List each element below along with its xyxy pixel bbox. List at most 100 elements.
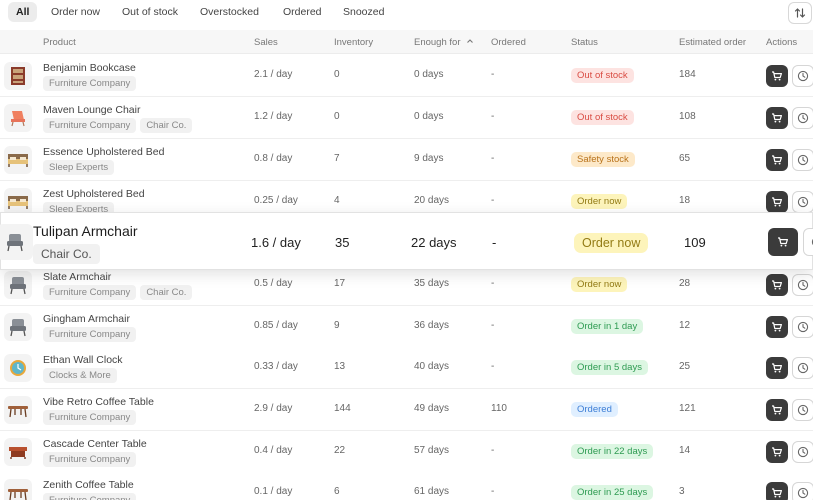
product-name[interactable]: Cascade Center Table bbox=[43, 438, 147, 450]
product-name[interactable]: Essence Upholstered Bed bbox=[43, 146, 164, 158]
table-row[interactable]: Zenith Coffee Table Furniture Company 0.… bbox=[0, 472, 813, 500]
snooze-button[interactable] bbox=[792, 274, 813, 296]
table-row[interactable]: Vibe Retro Coffee Table Furniture Compan… bbox=[0, 389, 813, 431]
table-row[interactable]: Benjamin Bookcase Furniture Company 2.1 … bbox=[0, 55, 813, 97]
enough-for-value: 22 days bbox=[411, 235, 457, 250]
order-button[interactable] bbox=[766, 65, 788, 87]
lounge-chair-icon bbox=[8, 109, 28, 127]
col-inventory[interactable]: Inventory bbox=[334, 37, 373, 48]
product-name[interactable]: Slate Armchair bbox=[43, 271, 111, 283]
product-name[interactable]: Benjamin Bookcase bbox=[43, 62, 136, 74]
supplier-tag[interactable]: Furniture Company bbox=[43, 452, 137, 467]
cart-icon bbox=[772, 197, 782, 207]
supplier-tag[interactable]: Chair Co. bbox=[140, 285, 193, 300]
product-name[interactable]: Tulipan Armchair bbox=[33, 223, 138, 239]
order-button[interactable] bbox=[766, 357, 788, 379]
col-enough-for-label: Enough for bbox=[414, 37, 461, 48]
sales-value: 0.85 / day bbox=[254, 320, 298, 331]
col-status[interactable]: Status bbox=[571, 37, 598, 48]
snooze-button[interactable] bbox=[792, 191, 813, 213]
sort-button[interactable] bbox=[788, 2, 812, 24]
enough-for-value: 35 days bbox=[414, 278, 450, 289]
ordered-value: - bbox=[491, 153, 495, 164]
table-row[interactable]: Essence Upholstered Bed Sleep Experts 0.… bbox=[0, 139, 813, 181]
snooze-button[interactable] bbox=[792, 357, 813, 379]
table-row[interactable]: Ethan Wall Clock Clocks & More 0.33 / da… bbox=[0, 347, 813, 389]
snooze-button[interactable] bbox=[792, 149, 813, 171]
tab-ordered[interactable]: Ordered bbox=[275, 2, 330, 22]
col-product[interactable]: Product bbox=[43, 37, 76, 48]
col-ordered[interactable]: Ordered bbox=[491, 37, 526, 48]
sales-value: 0.5 / day bbox=[254, 278, 293, 289]
ordered-value: - bbox=[491, 69, 495, 80]
supplier-tag[interactable]: Furniture Company bbox=[43, 118, 137, 133]
sales-value: 0.8 / day bbox=[254, 153, 293, 164]
col-enough-for[interactable]: Enough for bbox=[414, 37, 474, 48]
order-button[interactable] bbox=[766, 274, 788, 296]
ordered-value: - bbox=[491, 195, 495, 206]
snooze-button[interactable] bbox=[792, 107, 813, 129]
product-name[interactable]: Vibe Retro Coffee Table bbox=[43, 396, 154, 408]
order-button[interactable] bbox=[766, 316, 788, 338]
col-estimated-order[interactable]: Estimated order bbox=[679, 37, 746, 48]
product-name[interactable]: Gingham Armchair bbox=[43, 313, 130, 325]
ordered-value: - bbox=[492, 235, 497, 250]
table-row[interactable]: Tulipan Armchair Chair Co. 1.6 / day 35 … bbox=[0, 212, 813, 270]
col-sales[interactable]: Sales bbox=[254, 37, 278, 48]
snooze-button[interactable] bbox=[792, 316, 813, 338]
table-header: Product Sales Inventory Enough for Order… bbox=[0, 30, 813, 54]
table-row[interactable]: Cascade Center Table Furniture Company 0… bbox=[0, 431, 813, 473]
status-badge: Order now bbox=[574, 233, 649, 253]
enough-for-value: 40 days bbox=[414, 361, 450, 372]
order-button[interactable] bbox=[766, 399, 788, 421]
supplier-tag[interactable]: Furniture Company bbox=[43, 285, 137, 300]
order-button[interactable] bbox=[766, 441, 788, 463]
supplier-tag[interactable]: Clocks & More bbox=[43, 368, 117, 383]
supplier-tag[interactable]: Sleep Experts bbox=[43, 160, 115, 175]
supplier-tag[interactable]: Furniture Company bbox=[43, 327, 137, 342]
supplier-tag[interactable]: Chair Co. bbox=[33, 244, 100, 264]
inventory-value: 13 bbox=[334, 361, 346, 372]
product-name[interactable]: Zenith Coffee Table bbox=[43, 479, 134, 491]
clock-icon bbox=[797, 279, 809, 291]
sales-value: 0.33 / day bbox=[254, 361, 298, 372]
inventory-value: 22 bbox=[334, 445, 346, 456]
snooze-button[interactable] bbox=[792, 65, 813, 87]
supplier-tag[interactable]: Furniture Company bbox=[43, 493, 137, 500]
inventory-value: 17 bbox=[334, 278, 346, 289]
supplier-tag[interactable]: Chair Co. bbox=[140, 118, 193, 133]
clock-icon bbox=[797, 321, 809, 333]
supplier-tag[interactable]: Furniture Company bbox=[43, 76, 137, 91]
order-button[interactable] bbox=[768, 228, 798, 256]
product-name[interactable]: Maven Lounge Chair bbox=[43, 104, 140, 116]
order-button[interactable] bbox=[766, 191, 788, 213]
snooze-button[interactable] bbox=[792, 441, 813, 463]
order-button[interactable] bbox=[766, 149, 788, 171]
status-badge: Order in 1 day bbox=[571, 319, 644, 334]
order-button[interactable] bbox=[766, 107, 788, 129]
order-button[interactable] bbox=[766, 482, 788, 500]
product-name[interactable]: Zest Upholstered Bed bbox=[43, 188, 145, 200]
tab-all[interactable]: All bbox=[8, 2, 38, 22]
snooze-button[interactable] bbox=[803, 228, 813, 256]
snooze-button[interactable] bbox=[792, 482, 813, 500]
inventory-value: 4 bbox=[334, 195, 340, 206]
estimated-order-value: 65 bbox=[679, 153, 691, 164]
tab-order-now[interactable]: Order now bbox=[43, 2, 108, 22]
table-row[interactable]: Slate Armchair Furniture Company Chair Co… bbox=[0, 264, 813, 306]
ordered-value: - bbox=[491, 445, 495, 456]
status-badge: Order in 25 days bbox=[571, 485, 654, 500]
table-row[interactable]: Gingham Armchair Furniture Company 0.85 … bbox=[0, 306, 813, 348]
inventory-value: 144 bbox=[334, 403, 351, 414]
estimated-order-value: 25 bbox=[679, 361, 691, 372]
tab-overstocked[interactable]: Overstocked bbox=[192, 2, 267, 22]
product-tags: Furniture Company Chair Co. bbox=[43, 285, 193, 300]
tab-out-of-stock[interactable]: Out of stock bbox=[114, 2, 186, 22]
product-name[interactable]: Ethan Wall Clock bbox=[43, 354, 123, 366]
snooze-button[interactable] bbox=[792, 399, 813, 421]
supplier-tag[interactable]: Furniture Company bbox=[43, 410, 137, 425]
tab-snoozed[interactable]: Snoozed bbox=[335, 2, 392, 22]
clock-icon bbox=[797, 112, 809, 124]
bed-icon bbox=[7, 194, 29, 210]
table-row[interactable]: Maven Lounge Chair Furniture Company Chai… bbox=[0, 97, 813, 139]
